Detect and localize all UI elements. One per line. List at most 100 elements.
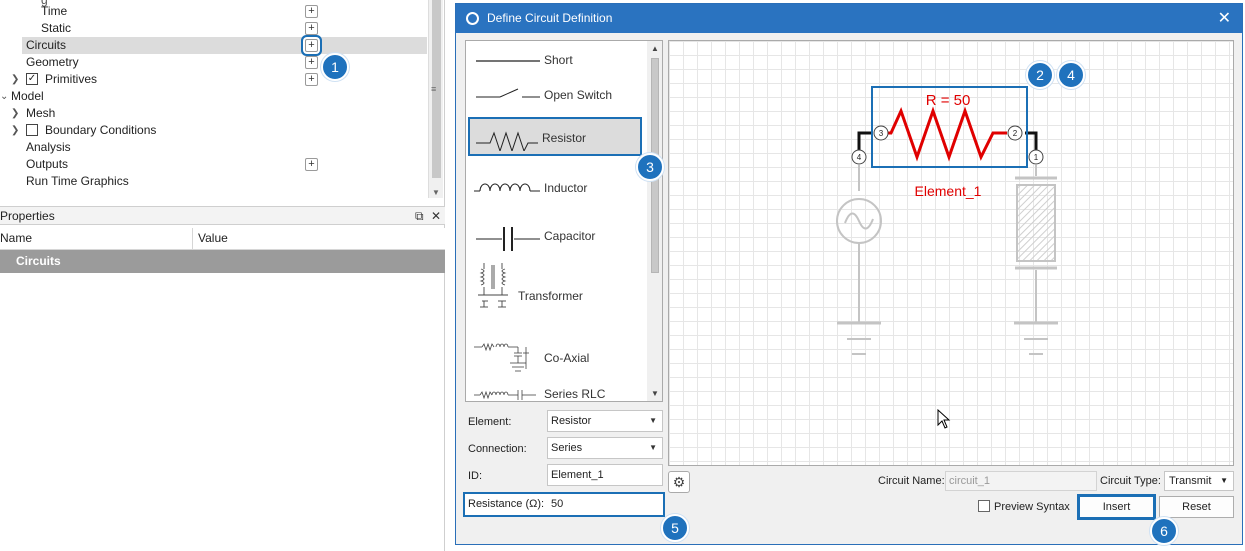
palette-item-co-axial[interactable]: Co-Axial — [466, 337, 648, 373]
close-icon[interactable]: ✕ — [1218, 4, 1231, 33]
step-badge-4: 4 — [1057, 61, 1085, 89]
column-name-header[interactable]: Name — [0, 228, 32, 249]
chevron-down-icon: ▼ — [649, 416, 657, 425]
series-rlc-icon — [474, 390, 536, 400]
chevron-down-icon: ▼ — [649, 443, 657, 452]
chevron-right-icon[interactable]: ❯ — [11, 74, 19, 85]
palette-item-short[interactable]: Short — [466, 49, 648, 73]
mouse-cursor-icon — [937, 409, 951, 429]
tree-item-label: Circuits — [26, 38, 67, 52]
chevron-right-icon[interactable]: ❯ — [11, 108, 19, 119]
resistor-highlight — [871, 86, 1028, 168]
close-icon[interactable]: ✕ — [431, 207, 441, 225]
element-label: Element: — [468, 416, 512, 428]
dialog-titlebar[interactable]: Define Circuit Definition ✕ — [456, 4, 1242, 33]
gear-icon[interactable]: ⚙ — [668, 471, 690, 493]
resistance-field[interactable]: 50 — [551, 498, 563, 510]
coaxial-icon — [474, 342, 529, 372]
scroll-down-icon[interactable]: ▼ — [651, 389, 659, 398]
tree-item-outputs[interactable]: Outputs — [26, 156, 68, 173]
palette-scrollbar[interactable]: ▲ ▼ — [647, 41, 662, 401]
element-palette: Short Open Switch Resistor Inductor Capa… — [465, 40, 663, 402]
palette-item-open-switch[interactable]: Open Switch — [466, 83, 648, 107]
chevron-right-icon[interactable]: ❯ — [11, 125, 19, 136]
palette-item-capacitor[interactable]: Capacitor — [466, 221, 648, 251]
scroll-down-icon[interactable]: ▼ — [432, 188, 440, 197]
add-circuit-button[interactable]: + — [305, 39, 318, 52]
tree-item-label: Analysis — [26, 140, 71, 154]
palette-label: Resistor — [542, 131, 587, 145]
palette-item-series-rlc[interactable]: Series RLC — [466, 385, 648, 401]
add-time-button[interactable]: + — [305, 5, 318, 18]
tree-item-boundary-conditions[interactable]: Boundary Conditions — [45, 122, 156, 139]
step-badge-2: 2 — [1026, 61, 1054, 89]
palette-label: Transformer — [518, 289, 583, 303]
short-icon — [476, 60, 540, 62]
connection-select-value: Series — [551, 442, 583, 454]
insert-button[interactable]: Insert — [1079, 496, 1154, 518]
connection-select[interactable]: Series ▼ — [547, 437, 663, 459]
id-field[interactable]: Element_1 — [547, 464, 663, 486]
restore-icon[interactable]: ⧉ — [415, 207, 424, 225]
tree-item-label: Static — [41, 21, 72, 35]
circuit-type-select[interactable]: Transmit ▼ — [1164, 471, 1234, 491]
palette-label: Short — [544, 53, 573, 67]
properties-title: Properties — [0, 209, 55, 223]
element-name-label: Element_1 — [915, 183, 982, 199]
transformer-icon — [478, 263, 508, 308]
id-field-value: Element_1 — [551, 469, 604, 481]
resistance-label: Resistance (Ω): — [468, 498, 545, 510]
circuit-canvas[interactable]: 3 2 4 1 R = 50 Element_1 — [668, 40, 1234, 466]
step-badge-1: 1 — [321, 53, 349, 81]
tree-item-run-time-graphics[interactable]: Run Time Graphics — [26, 173, 129, 190]
preview-syntax-checkbox[interactable] — [978, 500, 990, 512]
palette-item-transformer[interactable]: Transformer — [466, 261, 648, 311]
dialog-title: Define Circuit Definition — [487, 11, 613, 25]
add-primitive-button[interactable]: + — [305, 73, 318, 86]
category-label: Circuits — [16, 254, 61, 268]
sine-icon — [844, 212, 874, 230]
element-select[interactable]: Resistor ▼ — [547, 410, 663, 432]
chevron-down-icon[interactable]: ⌄ — [0, 91, 8, 102]
tree-item-mesh[interactable]: Mesh — [26, 105, 55, 122]
properties-columns: Name Value — [0, 228, 445, 250]
tree-item-primitives[interactable]: Primitives — [45, 71, 97, 88]
tree-item-model[interactable]: Model — [11, 88, 44, 105]
app-logo-icon — [466, 12, 479, 25]
primitives-checkbox[interactable]: ✓ — [26, 73, 38, 85]
properties-category[interactable]: Circuits — [0, 250, 445, 273]
tree-item-circuits[interactable]: Circuits — [22, 37, 427, 54]
tree-item-label: Run Time Graphics — [26, 174, 129, 188]
step-badge-6: 6 — [1150, 517, 1178, 545]
capacitor-icon — [476, 227, 540, 251]
palette-label: Co-Axial — [544, 351, 590, 365]
boundary-conditions-checkbox[interactable] — [26, 124, 38, 136]
project-tree-panel: g Time + Static + Circuits + Geometry + … — [0, 0, 445, 551]
palette-item-resistor[interactable]: Resistor — [466, 121, 648, 153]
preview-syntax-label[interactable]: Preview Syntax — [994, 501, 1070, 513]
tree-scrollbar[interactable]: ≡ ▼ — [428, 0, 443, 198]
define-circuit-dialog: Define Circuit Definition ✕ Short Open S… — [455, 3, 1243, 545]
add-output-button[interactable]: + — [305, 158, 318, 171]
step-badge-5: 5 — [661, 514, 689, 542]
scroll-up-icon[interactable]: ▲ — [651, 44, 659, 53]
column-divider[interactable] — [192, 228, 193, 250]
tree-item-analysis[interactable]: Analysis — [26, 139, 71, 156]
circuit-name-field[interactable]: circuit_1 — [945, 471, 1097, 491]
tree-item-static[interactable]: Static — [41, 20, 71, 37]
add-static-button[interactable]: + — [305, 22, 318, 35]
grip-icon: ≡ — [431, 84, 437, 94]
column-value-header[interactable]: Value — [198, 228, 228, 249]
palette-label: Series RLC — [544, 387, 606, 401]
add-geometry-button[interactable]: + — [305, 56, 318, 69]
connection-label: Connection: — [468, 443, 527, 455]
tree-item-geometry[interactable]: Geometry — [26, 54, 79, 71]
tree-item-label: Mesh — [26, 106, 56, 120]
reset-button[interactable]: Reset — [1159, 496, 1234, 518]
id-label: ID: — [468, 470, 483, 482]
step-badge-3: 3 — [636, 153, 664, 181]
tree-item-label: Boundary Conditions — [45, 123, 157, 137]
palette-item-inductor[interactable]: Inductor — [466, 171, 648, 201]
element-select-value: Resistor — [551, 415, 592, 427]
tree-item-time[interactable]: Time — [41, 3, 67, 20]
